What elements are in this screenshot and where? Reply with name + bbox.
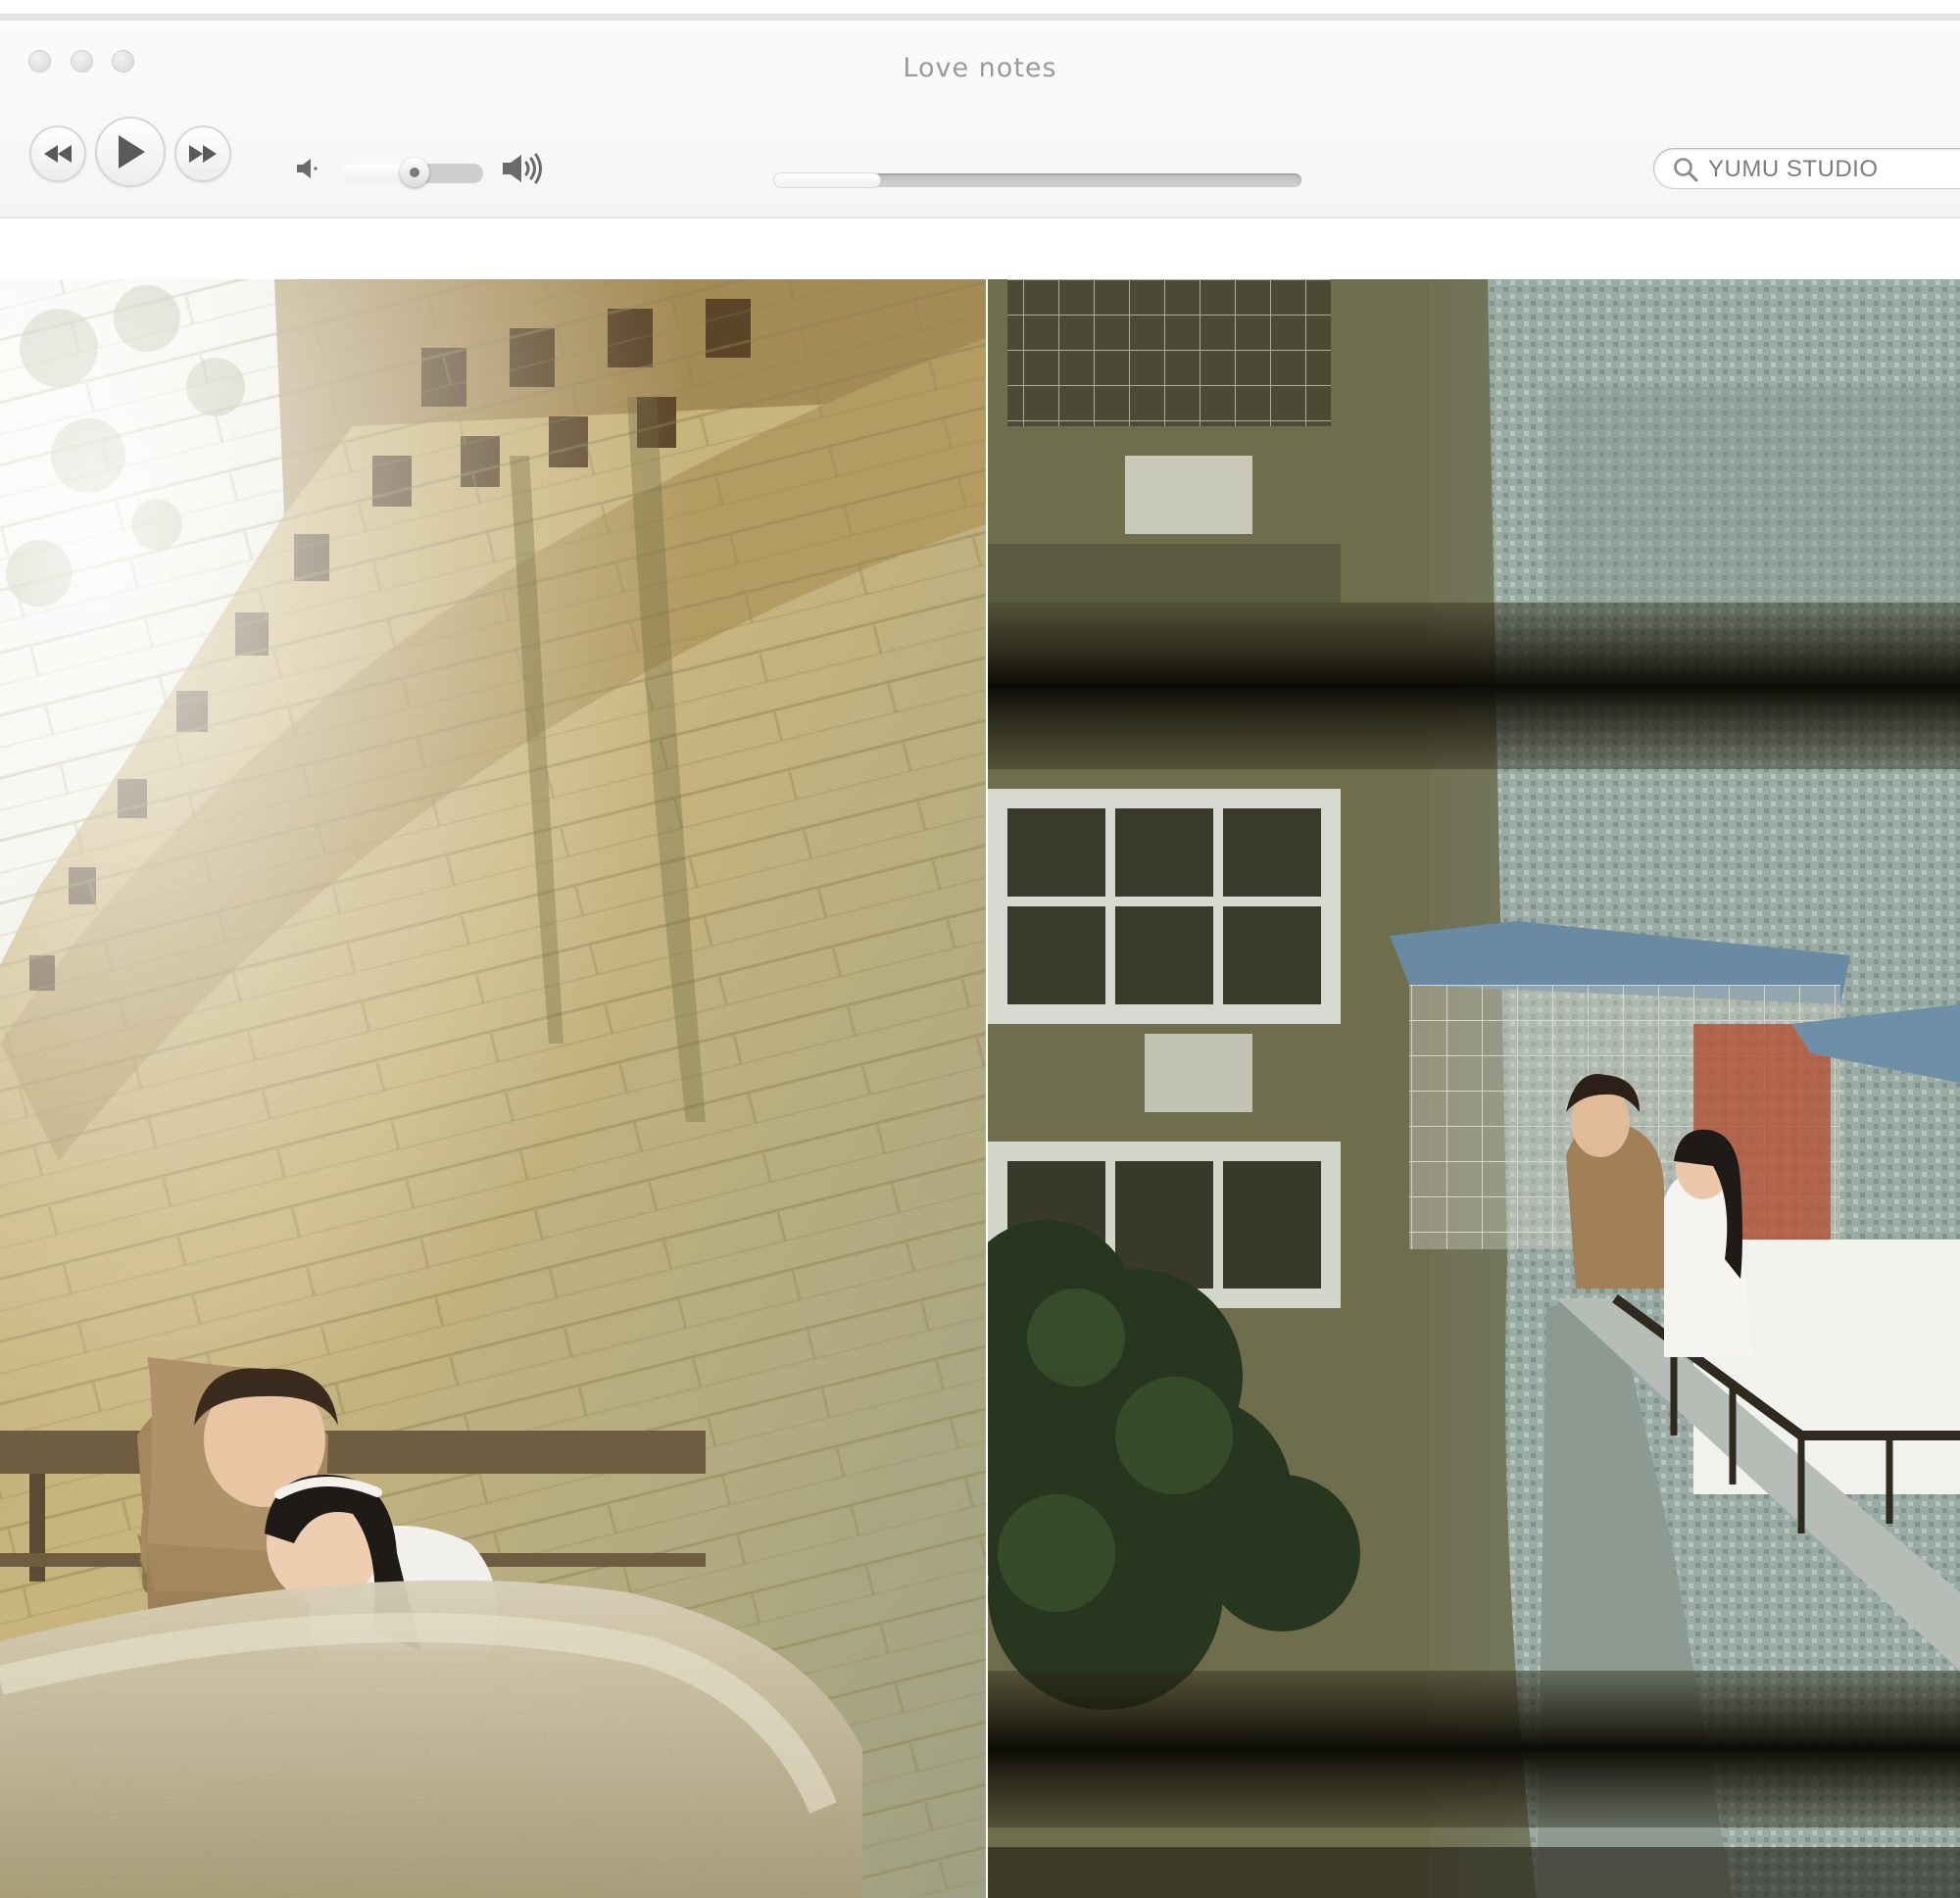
search-icon (1674, 158, 1698, 182)
player-window: Love notes YUMU STUDIO (0, 21, 1960, 219)
track-progress-fill (774, 173, 880, 187)
rewind-icon (44, 145, 72, 163)
rewind-button[interactable] (29, 125, 86, 182)
play-button[interactable] (95, 117, 166, 187)
speaker-high-icon (503, 153, 542, 184)
window-title: Love notes (903, 53, 1057, 83)
search-field[interactable]: YUMU STUDIO (1653, 148, 1960, 189)
play-icon (119, 135, 145, 169)
track-progress-bar[interactable] (774, 173, 1301, 187)
couple-balcony-photo (988, 279, 1960, 1898)
photo-left (0, 279, 986, 1898)
volume-slider-knob[interactable] (400, 158, 429, 187)
couple-wall-photo (0, 279, 986, 1898)
fast-forward-button[interactable] (174, 125, 231, 182)
window-top-edge (0, 14, 1960, 21)
volume-slider[interactable] (341, 158, 483, 187)
search-input-value[interactable]: YUMU STUDIO (1708, 156, 1879, 183)
fast-forward-icon (189, 145, 217, 163)
speaker-low-icon (297, 159, 318, 178)
photo-right (988, 279, 1960, 1898)
